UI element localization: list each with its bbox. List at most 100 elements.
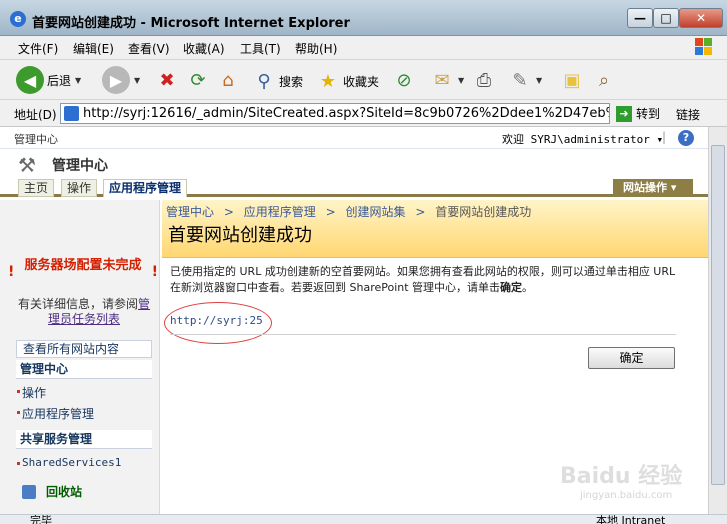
favorites-button[interactable]: ★ 收藏夹 xyxy=(316,69,379,93)
sp-header: ⚒ 管理中心 xyxy=(0,149,708,179)
address-input[interactable]: http://syrj:12616/_admin/SiteCreated.asp… xyxy=(60,103,610,124)
research-icon[interactable]: ⌕ xyxy=(592,68,616,92)
nav-item-sharedservices1[interactable]: SharedServices1 xyxy=(16,456,121,469)
breadcrumb-application-management[interactable]: 应用程序管理 xyxy=(244,205,316,219)
breadcrumb-central-admin[interactable]: 管理中心 xyxy=(166,205,214,219)
breadcrumb: 管理中心 > 应用程序管理 > 创建网站集 > 首要网站创建成功 xyxy=(166,203,531,220)
stop-icon[interactable]: ✖ xyxy=(155,68,179,92)
tab-operations[interactable]: 操作 xyxy=(61,179,98,197)
scrollbar-thumb[interactable] xyxy=(711,145,725,485)
help-icon[interactable]: ? xyxy=(678,130,694,146)
go-label: 转到 xyxy=(636,107,661,121)
mail-button[interactable]: ✉ ▼ xyxy=(430,68,464,92)
address-label: 地址(D) xyxy=(14,108,57,122)
menu-edit[interactable]: 编辑(E) xyxy=(73,40,114,57)
print-icon[interactable]: ⎙ xyxy=(472,68,496,92)
history-icon[interactable]: ⊘ xyxy=(392,68,416,92)
ok-button[interactable]: 确定 xyxy=(588,347,675,369)
forward-dropdown-icon[interactable]: ▼ xyxy=(134,76,140,85)
ie-logo-icon: e xyxy=(10,11,26,27)
back-label: 后退 xyxy=(47,73,72,88)
windows-flag-icon xyxy=(695,38,713,56)
vertical-scrollbar[interactable] xyxy=(708,127,727,514)
page-title: 首要网站创建成功 xyxy=(168,225,312,246)
admin-tools-icon: ⚒ xyxy=(18,153,36,177)
page-icon xyxy=(64,106,79,121)
tab-bar: 主页 操作 应用程序管理 网站操作 ▾ xyxy=(0,179,708,197)
favorites-label: 收藏夹 xyxy=(343,74,380,89)
close-button[interactable]: ✕ xyxy=(679,8,723,28)
forward-button[interactable]: ▶ ▼ xyxy=(102,66,140,94)
address-bar: 地址(D) http://syrj:12616/_admin/SiteCreat… xyxy=(0,100,727,127)
baidu-watermark: Baidu 经验 xyxy=(560,464,683,489)
title-bar: e 首要网站创建成功 - Microsoft Internet Explorer… xyxy=(0,0,727,36)
toolbar: ◀ 后退 ▼ ▶ ▼ ✖ ⟳ ⌂ ⚲ 搜索 ★ 收藏夹 ⊘ ✉ ▼ ⎙ ✎ ▼ … xyxy=(0,60,727,100)
back-dropdown-icon[interactable]: ▼ xyxy=(75,76,81,85)
menu-help[interactable]: 帮助(H) xyxy=(295,40,337,57)
address-url: http://syrj:12616/_admin/SiteCreated.asp… xyxy=(83,106,610,121)
search-button[interactable]: ⚲ 搜索 xyxy=(252,69,303,93)
more-info-prefix: 有关详细信息，请参阅 xyxy=(17,297,138,311)
status-bar: 完毕 本地 Intranet xyxy=(0,514,727,524)
site-title[interactable]: 管理中心 xyxy=(52,155,108,175)
home-icon[interactable]: ⌂ xyxy=(216,68,240,92)
nav-heading-shared-services[interactable]: 共享服务管理 xyxy=(16,430,152,449)
content-divider xyxy=(170,334,676,335)
recycle-bin-icon xyxy=(22,484,36,499)
security-zone: 本地 Intranet xyxy=(596,514,666,524)
warning-text: 服务器场配置未完成 xyxy=(24,258,142,273)
search-label: 搜索 xyxy=(279,74,304,89)
more-info-text: 有关详细信息，请参阅管理员任务列表 xyxy=(14,297,154,327)
nav-heading-central-admin[interactable]: 管理中心 xyxy=(16,360,152,379)
breadcrumb-separator: > xyxy=(325,205,336,219)
description-part-1: 已使用指定的 URL 成功创建新的空首要网站。如果您拥有查看此网站的权限，则可以… xyxy=(170,265,676,294)
nav-item-operations[interactable]: 操作 xyxy=(16,384,46,401)
nav-item-application-management[interactable]: 应用程序管理 xyxy=(16,405,94,422)
menu-bar: 文件(F) 编辑(E) 查看(V) 收藏(A) 工具(T) 帮助(H) xyxy=(0,36,727,60)
go-arrow-icon: ➜ xyxy=(616,105,632,122)
recycle-bin-label: 回收站 xyxy=(46,485,83,499)
forward-arrow-icon: ▶ xyxy=(102,66,130,94)
search-icon: ⚲ xyxy=(257,70,271,92)
breadcrumb-create-site-collection[interactable]: 创建网站集 xyxy=(345,205,405,219)
top-crumb-link[interactable]: 管理中心 xyxy=(14,131,58,147)
edit-button[interactable]: ✎ ▼ xyxy=(508,68,542,92)
discuss-icon[interactable]: ▣ xyxy=(560,68,584,92)
site-actions-menu[interactable]: 网站操作 ▾ xyxy=(613,179,693,197)
sp-top-bar: 管理中心 欢迎 SYRJ\administrator ▾ | ? xyxy=(0,127,708,149)
view-all-site-content-link[interactable]: 查看所有网站内容 xyxy=(16,340,152,358)
mail-icon: ✉ xyxy=(434,69,450,91)
mail-dropdown-icon[interactable]: ▼ xyxy=(458,76,464,85)
menu-tools[interactable]: 工具(T) xyxy=(240,40,281,57)
menu-file[interactable]: 文件(F) xyxy=(18,40,58,57)
baidu-watermark-sub: jingyan.baidu.com xyxy=(580,490,673,501)
menu-favorites[interactable]: 收藏(A) xyxy=(183,40,225,57)
menu-view[interactable]: 查看(V) xyxy=(128,40,170,57)
recycle-bin-link[interactable]: 回收站 xyxy=(22,483,82,500)
edit-dropdown-icon[interactable]: ▼ xyxy=(536,76,542,85)
tab-home[interactable]: 主页 xyxy=(18,179,55,197)
maximize-button[interactable]: □ xyxy=(653,8,679,28)
page-title-banner: 管理中心 > 应用程序管理 > 创建网站集 > 首要网站创建成功 首要网站创建成… xyxy=(162,200,708,258)
description-text: 已使用指定的 URL 成功创建新的空首要网站。如果您拥有查看此网站的权限，则可以… xyxy=(170,264,680,296)
star-icon: ★ xyxy=(319,70,337,92)
back-button[interactable]: ◀ 后退 ▼ xyxy=(16,66,81,94)
breadcrumb-separator: > xyxy=(415,205,426,219)
left-navigation: ! 服务器场配置未完成 ! 有关详细信息，请参阅管理员任务列表 查看所有网站内容… xyxy=(0,200,160,514)
welcome-menu[interactable]: 欢迎 SYRJ\administrator ▾ xyxy=(502,131,663,147)
back-arrow-icon: ◀ xyxy=(16,66,44,94)
edit-icon: ✎ xyxy=(512,69,528,91)
separator: | xyxy=(662,130,667,144)
minimize-button[interactable]: — xyxy=(627,8,653,28)
description-ok-word: 确定 xyxy=(500,281,523,294)
farm-config-warning: ! 服务器场配置未完成 ! xyxy=(8,258,158,280)
warning-icon: ! xyxy=(8,264,15,280)
breadcrumb-separator: > xyxy=(223,205,234,219)
links-button[interactable]: 链接 xyxy=(676,106,700,123)
refresh-icon[interactable]: ⟳ xyxy=(186,68,210,92)
tab-application-management[interactable]: 应用程序管理 xyxy=(103,179,188,197)
go-button[interactable]: ➜ 转到 xyxy=(616,105,660,122)
new-site-url-link[interactable]: http://syrj:25 xyxy=(170,314,263,327)
page-content: 管理中心 欢迎 SYRJ\administrator ▾ | ? ⚒ 管理中心 … xyxy=(0,127,708,514)
window-title: 首要网站创建成功 - Microsoft Internet Explorer xyxy=(32,16,350,31)
